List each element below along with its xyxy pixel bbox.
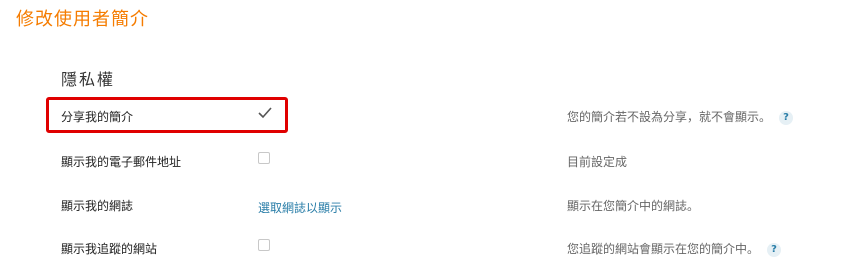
setting-row-share-profile: 分享我的簡介 您的簡介若不設為分享，就不會顯示。? [0, 101, 850, 131]
setting-row-show-followed-sites: 顯示我追蹤的網站 您追蹤的網站會顯示在您的簡介中。? [0, 233, 850, 263]
show-email-checkbox[interactable] [258, 152, 270, 164]
share-profile-label: 分享我的簡介 [61, 110, 134, 124]
section-title-privacy: 隱私權 [61, 70, 116, 89]
share-profile-description: 您的簡介若不設為分享，就不會顯示。? [567, 108, 794, 125]
setting-row-show-email: 顯示我的電子郵件地址 目前設定成 [0, 146, 850, 176]
share-profile-checkbox[interactable] [258, 107, 272, 119]
show-followed-sites-label: 顯示我追蹤的網站 [61, 242, 158, 256]
edit-profile-page: 修改使用者簡介 隱私權 分享我的簡介 您的簡介若不設為分享，就不會顯示。? 顯示… [0, 0, 850, 280]
help-icon[interactable]: ? [767, 242, 782, 257]
show-email-label: 顯示我的電子郵件地址 [61, 155, 182, 169]
share-profile-description-text: 您的簡介若不設為分享，就不會顯示。 [567, 110, 772, 124]
show-blogs-description: 顯示在您簡介中的網誌。 [567, 199, 700, 213]
select-blogs-link[interactable]: 選取網誌以顯示 [258, 201, 342, 215]
show-email-description: 目前設定成 [567, 155, 628, 169]
show-followed-sites-description: 您追蹤的網站會顯示在您的簡介中。? [567, 240, 782, 257]
page-title: 修改使用者簡介 [16, 9, 149, 30]
show-blogs-label: 顯示我的網誌 [61, 199, 134, 213]
show-followed-sites-description-text: 您追蹤的網站會顯示在您的簡介中。 [567, 242, 760, 256]
checkmark-icon [258, 107, 272, 119]
help-icon[interactable]: ? [779, 110, 794, 125]
setting-row-show-blogs: 顯示我的網誌 選取網誌以顯示 顯示在您簡介中的網誌。 [0, 190, 850, 220]
show-followed-sites-checkbox[interactable] [258, 239, 270, 251]
